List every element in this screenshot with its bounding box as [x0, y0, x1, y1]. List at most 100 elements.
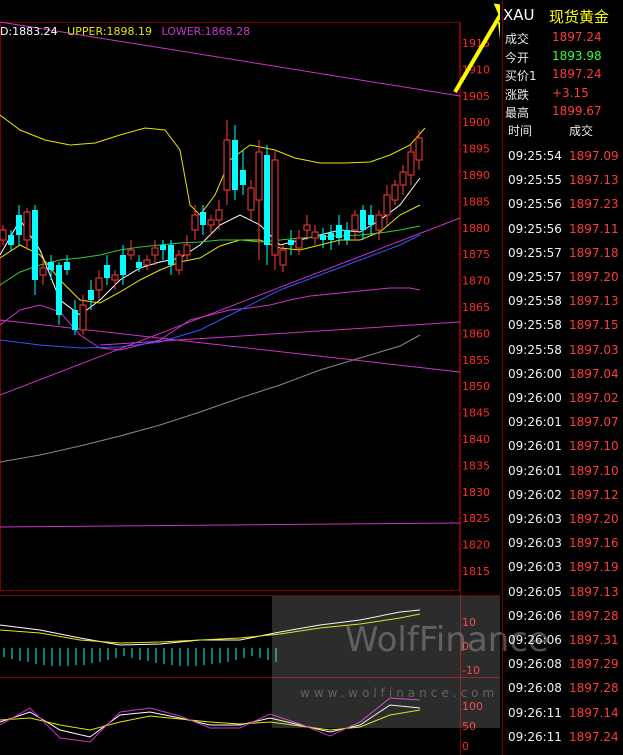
bollinger-mid-value: D:1883.24 — [0, 25, 58, 38]
tick-time: 09:26:08 — [508, 657, 562, 672]
price-axis-label: 1855 — [462, 354, 490, 367]
quote-label: 买价1 — [505, 69, 537, 83]
ticks-header-time: 时间 — [508, 124, 533, 138]
candle-body — [39, 267, 47, 276]
price-axis-label: 1860 — [462, 327, 490, 340]
tick-row[interactable]: 09:26:03 1897.16 — [503, 532, 623, 556]
tick-time: 09:26:00 — [508, 366, 562, 381]
watermark-panel — [272, 596, 500, 728]
tick-row[interactable]: 09:25:58 1897.13 — [503, 290, 623, 314]
candle-body — [88, 290, 94, 300]
price-axis-label: 1825 — [462, 512, 490, 525]
tick-price: 1897.09 — [569, 149, 619, 163]
tick-row[interactable]: 09:25:55 1897.13 — [503, 169, 623, 193]
tick-price: 1897.04 — [569, 366, 619, 381]
tick-price: 1897.20 — [569, 512, 619, 526]
candle-body — [255, 151, 263, 201]
candle-body — [415, 137, 423, 161]
symbol-name[interactable]: 现货黄金 — [549, 6, 609, 27]
candle-body — [16, 215, 22, 235]
quote-value: 1897.24 — [552, 67, 602, 81]
bollinger-upper-value: UPPER:1898.19 — [67, 25, 152, 38]
tick-row[interactable]: 09:26:08 1897.28 — [503, 677, 623, 701]
tick-time: 09:26:03 — [508, 560, 562, 575]
tick-price: 1897.24 — [569, 729, 619, 744]
candle-body — [336, 225, 342, 238]
candle-body — [95, 277, 103, 291]
tick-row[interactable]: 09:26:06 1897.28 — [503, 605, 623, 629]
tick-row[interactable]: 09:26:00 1897.02 — [503, 387, 623, 411]
tick-row[interactable]: 09:26:08 1897.29 — [503, 653, 623, 677]
tick-row[interactable]: 09:25:57 1897.20 — [503, 266, 623, 290]
tick-row[interactable]: 09:25:58 1897.03 — [503, 339, 623, 363]
quote-label: 涨跌 — [505, 87, 530, 102]
candle-body — [215, 209, 223, 221]
tick-row[interactable]: 09:26:05 1897.13 — [503, 581, 623, 605]
tick-time: 09:26:06 — [508, 633, 562, 647]
tick-row[interactable]: 09:26:03 1897.19 — [503, 556, 623, 580]
price-axis-label: 1850 — [462, 380, 490, 393]
quote-value: 1893.98 — [552, 48, 602, 63]
macd-histogram — [3, 648, 277, 666]
symbol-code[interactable]: XAU — [503, 6, 535, 24]
watermark-url: www.wolfinance.com — [300, 686, 499, 700]
tick-row[interactable]: 09:26:11 1897.24 — [503, 726, 623, 750]
tick-row[interactable]: 09:25:54 1897.09 — [503, 145, 623, 169]
price-axis-label: 1835 — [462, 459, 490, 472]
tick-time: 09:25:57 — [508, 270, 562, 284]
tick-row[interactable]: 09:25:56 1897.11 — [503, 218, 623, 242]
candle-body — [72, 310, 78, 330]
candle-body — [264, 155, 270, 245]
candle-body — [183, 244, 191, 256]
candle-body — [303, 224, 311, 231]
quote-label: 今开 — [505, 50, 530, 65]
tick-price: 1897.23 — [569, 197, 619, 212]
tick-row[interactable]: 09:26:01 1897.07 — [503, 411, 623, 435]
ma-gray-line — [0, 334, 421, 463]
quote-row: 成交 1897.24 — [503, 28, 623, 46]
candle-body — [23, 211, 31, 241]
candle-body — [232, 140, 238, 190]
kdj-axis-label: 0 — [462, 740, 469, 753]
trendline-lower-magenta — [0, 319, 461, 373]
price-axis-label: 1820 — [462, 539, 490, 552]
quote-value: 1899.67 — [552, 104, 602, 118]
tick-price: 1897.07 — [569, 415, 619, 430]
tick-row[interactable]: 09:25:58 1897.15 — [503, 314, 623, 338]
tick-time: 09:26:02 — [508, 487, 562, 502]
tick-row[interactable]: 09:25:56 1897.23 — [503, 193, 623, 217]
candle-body — [200, 212, 206, 225]
tick-time: 09:25:58 — [508, 294, 562, 309]
price-axis-label: 1880 — [462, 222, 490, 235]
tick-row[interactable]: 09:26:01 1897.10 — [503, 435, 623, 459]
tick-price: 1897.20 — [569, 270, 619, 284]
tick-row[interactable]: 09:26:06 1897.31 — [503, 629, 623, 653]
candle-body — [48, 262, 54, 270]
trendline-bottom — [0, 522, 461, 528]
tick-row[interactable]: 09:26:11 1897.14 — [503, 702, 623, 726]
tick-time: 09:26:01 — [508, 415, 562, 430]
candle-body — [160, 245, 166, 250]
tick-price: 1897.16 — [569, 536, 619, 551]
tick-price: 1897.02 — [569, 391, 619, 405]
price-axis-label: 1870 — [462, 275, 490, 288]
tick-row[interactable]: 09:26:01 1897.10 — [503, 460, 623, 484]
tick-row[interactable]: 09:26:02 1897.12 — [503, 484, 623, 508]
candle-body — [207, 219, 215, 226]
tick-row[interactable]: 09:25:57 1897.18 — [503, 242, 623, 266]
ma-white-line — [0, 177, 421, 316]
tick-row[interactable]: 09:26:00 1897.04 — [503, 363, 623, 387]
tick-price: 1897.03 — [569, 342, 619, 357]
price-axis-label: 1845 — [462, 407, 490, 420]
kline-chart-area[interactable]: 1915 1910 1905 1900 1895 1890 1885 1880 1875 1870… — [0, 0, 549, 755]
tick-price: 1897.29 — [569, 657, 619, 672]
candle-body — [360, 210, 366, 230]
tick-time: 09:26:06 — [508, 608, 562, 623]
tick-price: 1897.14 — [569, 705, 619, 720]
candle-body — [8, 235, 14, 245]
price-axis: 1915191019051900189518901885188018751870… — [458, 37, 490, 578]
indicator-readout: D:1883.24 UPPER:1898.19 LOWER:1868.28 — [0, 25, 256, 38]
tick-row[interactable]: 09:26:03 1897.20 — [503, 508, 623, 532]
candle-body — [279, 249, 287, 266]
candle-body — [111, 274, 119, 281]
